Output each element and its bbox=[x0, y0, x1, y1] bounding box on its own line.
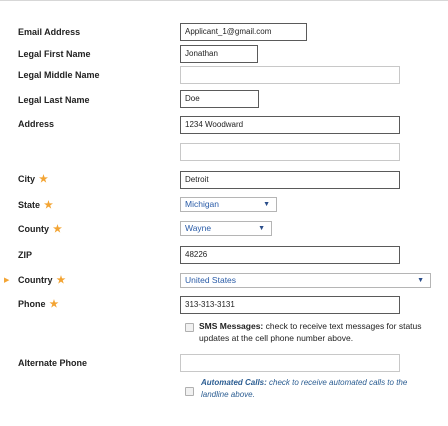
address-label: Address bbox=[18, 118, 176, 130]
middle-name-field[interactable] bbox=[180, 66, 400, 84]
email-label: Email Address bbox=[18, 26, 176, 38]
state-select-value: Michigan bbox=[185, 199, 220, 209]
sms-messages-checkbox[interactable] bbox=[185, 323, 194, 332]
current-row-pointer-icon: ▶ bbox=[4, 277, 10, 284]
city-label: City ★ bbox=[18, 173, 176, 185]
country-select-value: United States bbox=[185, 275, 237, 285]
alternate-phone-label: Alternate Phone bbox=[18, 357, 176, 369]
state-label: State ★ bbox=[18, 199, 176, 211]
zip-label: ZIP bbox=[18, 249, 176, 261]
address-line1-field[interactable]: 1234 Woodward bbox=[180, 116, 400, 134]
middle-name-label: Legal Middle Name bbox=[18, 69, 176, 81]
sms-messages-description: SMS Messages: check to receive text mess… bbox=[199, 321, 422, 343]
chevron-down-icon: ▼ bbox=[263, 201, 270, 208]
required-star-icon: ★ bbox=[49, 299, 61, 310]
county-label: County ★ bbox=[18, 223, 176, 235]
last-name-field[interactable]: Doe bbox=[180, 90, 259, 108]
alternate-phone-field[interactable] bbox=[180, 354, 400, 372]
county-select[interactable]: Wayne ▼ bbox=[180, 221, 272, 236]
required-star-icon: ★ bbox=[56, 275, 68, 286]
last-name-label: Legal Last Name bbox=[18, 94, 176, 106]
country-label: Country ★ bbox=[18, 274, 176, 286]
country-select[interactable]: United States ▼ bbox=[180, 273, 431, 288]
phone-field[interactable]: 313-313-3131 bbox=[180, 296, 400, 314]
first-name-field[interactable]: Jonathan bbox=[180, 45, 258, 63]
city-field[interactable]: Detroit bbox=[180, 171, 400, 189]
first-name-label: Legal First Name bbox=[18, 48, 176, 60]
required-star-icon: ★ bbox=[53, 224, 64, 235]
top-divider bbox=[0, 0, 448, 1]
required-star-icon: ★ bbox=[44, 200, 55, 211]
state-select[interactable]: Michigan ▼ bbox=[180, 197, 277, 212]
chevron-down-icon: ▼ bbox=[258, 225, 265, 232]
automated-calls-checkbox[interactable] bbox=[185, 387, 194, 396]
zip-field[interactable]: 48226 bbox=[180, 246, 400, 264]
automated-calls-description: Automated Calls: check to receive automa… bbox=[201, 378, 408, 399]
county-select-value: Wayne bbox=[185, 223, 212, 233]
email-field[interactable]: Applicant_1@gmail.com bbox=[180, 23, 307, 41]
required-star-icon: ★ bbox=[39, 174, 50, 185]
chevron-down-icon: ▼ bbox=[417, 277, 424, 284]
address-line2-field[interactable] bbox=[180, 143, 400, 161]
phone-label: Phone ★ bbox=[18, 298, 176, 310]
